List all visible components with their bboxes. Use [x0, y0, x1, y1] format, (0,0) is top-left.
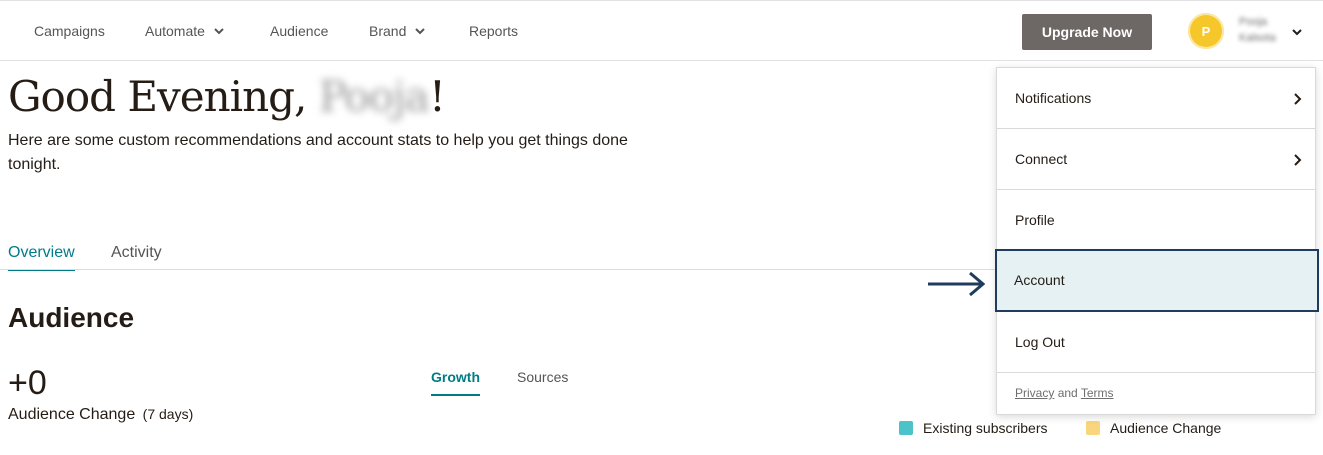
tab-activity[interactable]: Activity — [111, 244, 162, 262]
nav-campaigns[interactable]: Campaigns — [34, 23, 105, 39]
menu-item-account[interactable]: Account — [995, 249, 1319, 312]
tab-sources[interactable]: Sources — [517, 369, 568, 385]
terms-link[interactable]: Terms — [1081, 386, 1114, 400]
legend-swatch — [1086, 421, 1100, 435]
menu-item-connect[interactable]: Connect — [997, 129, 1315, 190]
legend-label: Existing subscribers — [923, 420, 1048, 436]
audience-change-text: Audience Change — [8, 406, 136, 423]
audience-change-value: +0 — [8, 364, 47, 402]
user-last-name: Kalsota — [1239, 32, 1276, 44]
legend-swatch — [899, 421, 913, 435]
menu-item-label: Log Out — [1015, 334, 1065, 350]
avatar[interactable]: P — [1188, 13, 1224, 49]
user-name[interactable]: Pooja Kalsota — [1239, 14, 1291, 46]
page-title: Good Evening, Pooja! — [8, 72, 446, 121]
chevron-down-icon — [414, 25, 426, 37]
nav-brand-label: Brand — [369, 23, 407, 39]
top-nav: Campaigns Automate Audience Brand Report… — [0, 0, 1323, 61]
tabs-divider — [0, 269, 1000, 270]
menu-item-label: Profile — [1015, 212, 1055, 228]
footer-and-text: and — [1057, 386, 1078, 400]
arrow-right-icon — [926, 271, 988, 297]
legend-existing-subscribers: Existing subscribers — [899, 420, 1048, 436]
account-dropdown-menu: Notifications Connect Profile Account Lo… — [995, 67, 1319, 415]
nav-brand[interactable]: Brand — [369, 23, 426, 39]
audience-change-period: (7 days) — [142, 406, 194, 422]
menu-item-label: Connect — [1015, 151, 1068, 167]
menu-item-profile[interactable]: Profile — [997, 190, 1315, 251]
legend-label: Audience Change — [1110, 420, 1222, 436]
dropdown-footer: Privacy and Terms — [1015, 386, 1114, 400]
greeting-prefix: Good Evening, — [8, 72, 319, 121]
nav-automate[interactable]: Automate — [145, 23, 225, 39]
nav-campaigns-label: Campaigns — [34, 23, 105, 39]
menu-item-log-out[interactable]: Log Out — [997, 312, 1315, 373]
audience-section-title: Audience — [8, 302, 135, 333]
chevron-down-icon — [213, 25, 225, 37]
chevron-right-icon — [1291, 92, 1303, 105]
nav-reports[interactable]: Reports — [469, 23, 518, 39]
menu-item-label: Account — [1014, 272, 1065, 288]
chevron-down-icon[interactable] — [1291, 25, 1303, 37]
nav-audience-label: Audience — [270, 23, 329, 39]
page-subtitle: Here are some custom recommendations and… — [8, 132, 628, 173]
tab-overview[interactable]: Overview — [8, 244, 75, 271]
menu-item-notifications[interactable]: Notifications — [997, 68, 1315, 129]
nav-automate-label: Automate — [145, 23, 205, 39]
privacy-link[interactable]: Privacy — [1015, 386, 1054, 400]
tab-growth[interactable]: Growth — [431, 369, 480, 396]
chevron-right-icon — [1291, 153, 1303, 166]
greeting-suffix: ! — [428, 72, 446, 121]
upgrade-now-button[interactable]: Upgrade Now — [1022, 14, 1152, 50]
legend-audience-change: Audience Change — [1086, 420, 1221, 436]
nav-audience[interactable]: Audience — [270, 23, 328, 39]
user-first-name: Pooja — [1239, 16, 1268, 28]
nav-reports-label: Reports — [469, 23, 519, 39]
greeting-user-name: Pooja — [318, 72, 430, 121]
menu-item-label: Notifications — [1015, 90, 1092, 106]
audience-change-label: Audience Change (7 days) — [8, 406, 193, 424]
